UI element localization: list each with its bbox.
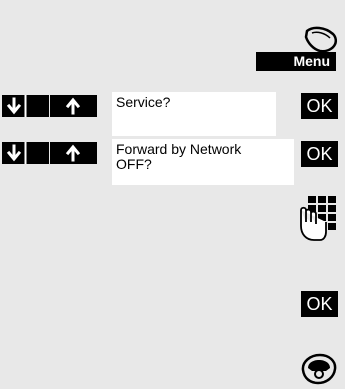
arrow-up-icon — [50, 142, 97, 164]
menu-softkey[interactable]: Menu — [256, 52, 336, 71]
nav-down-key[interactable] — [2, 142, 49, 164]
ok-button-service[interactable]: OK — [301, 93, 338, 119]
keypad-entry-icon — [300, 196, 336, 241]
handset-lift-icon — [304, 26, 338, 53]
nav-up-key[interactable] — [50, 95, 97, 117]
instruction-page: Menu Service? OK Forward by Network OFF?… — [0, 0, 345, 389]
arrow-down-icon — [2, 142, 49, 164]
nav-up-key[interactable] — [50, 142, 97, 164]
arrow-down-icon — [2, 95, 49, 117]
service-prompt: Service? — [112, 92, 276, 136]
ok-button-forward[interactable]: OK — [301, 141, 338, 167]
nav-down-key[interactable] — [2, 95, 49, 117]
handset-hangup-icon — [301, 353, 337, 385]
ok-button-confirm[interactable]: OK — [301, 291, 338, 317]
arrow-up-icon — [50, 95, 97, 117]
forward-by-network-prompt: Forward by Network OFF? — [112, 139, 294, 185]
